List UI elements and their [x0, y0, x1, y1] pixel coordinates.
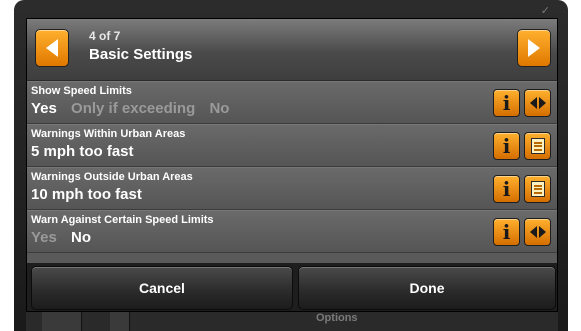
option-yes[interactable]: Yes [31, 100, 57, 117]
info-button[interactable]: i [493, 89, 520, 117]
info-icon: i [502, 134, 511, 158]
info-icon: i [502, 91, 511, 115]
setting-label: Show Speed Limits [31, 85, 132, 97]
option-yes[interactable]: Yes [31, 229, 57, 246]
setting-row-warnings-outside-urban[interactable]: Warnings Outside Urban Areas 10 mph too … [27, 167, 557, 210]
setting-label: Warn Against Certain Speed Limits [31, 214, 214, 226]
setting-row-show-speed-limits[interactable]: Show Speed Limits Yes Only if exceeding … [27, 81, 557, 124]
info-icon: i [502, 220, 511, 244]
arrow-right-icon [528, 39, 540, 57]
list-icon [530, 181, 545, 197]
toggle-arrows-icon [529, 226, 546, 238]
footer-bar: Cancel Done [27, 263, 557, 311]
cancel-button[interactable]: Cancel [31, 266, 293, 310]
page-count: 4 of 7 [89, 29, 121, 43]
next-page-button[interactable] [517, 29, 551, 67]
setting-options: Yes No [31, 229, 101, 246]
list-button[interactable] [524, 175, 551, 203]
info-icon: i [502, 177, 511, 201]
background-options-label: Options [316, 312, 358, 324]
status-icon: ✓ [540, 5, 550, 17]
page-title: Basic Settings [89, 46, 193, 63]
done-button[interactable]: Done [298, 266, 556, 310]
option-no[interactable]: No [71, 229, 91, 246]
toggle-button[interactable] [524, 89, 551, 117]
setting-label: Warnings Within Urban Areas [31, 128, 186, 140]
settings-list: Show Speed Limits Yes Only if exceeding … [27, 81, 557, 253]
background-bar: Options [26, 312, 558, 331]
info-button[interactable]: i [493, 218, 520, 246]
setting-row-warnings-within-urban[interactable]: Warnings Within Urban Areas 5 mph too fa… [27, 124, 557, 167]
setting-options: Yes Only if exceeding No [31, 100, 239, 117]
settings-screen: 4 of 7 Basic Settings Show Speed Limits … [26, 18, 558, 312]
setting-label: Warnings Outside Urban Areas [31, 171, 193, 183]
option-no[interactable]: No [209, 100, 229, 117]
info-button[interactable]: i [493, 175, 520, 203]
previous-page-button[interactable] [35, 29, 69, 67]
background-tab [42, 312, 82, 331]
arrow-left-icon [46, 39, 58, 57]
list-button[interactable] [524, 132, 551, 160]
info-button[interactable]: i [493, 132, 520, 160]
header: 4 of 7 Basic Settings [27, 19, 557, 81]
option-only-if-exceeding[interactable]: Only if exceeding [71, 100, 195, 117]
list-icon [530, 138, 545, 154]
setting-value: 5 mph too fast [31, 143, 134, 160]
toggle-arrows-icon [529, 97, 546, 109]
setting-value: 10 mph too fast [31, 186, 142, 203]
background-tab [110, 312, 130, 331]
setting-row-warn-certain-limits[interactable]: Warn Against Certain Speed Limits Yes No… [27, 210, 557, 253]
toggle-button[interactable] [524, 218, 551, 246]
